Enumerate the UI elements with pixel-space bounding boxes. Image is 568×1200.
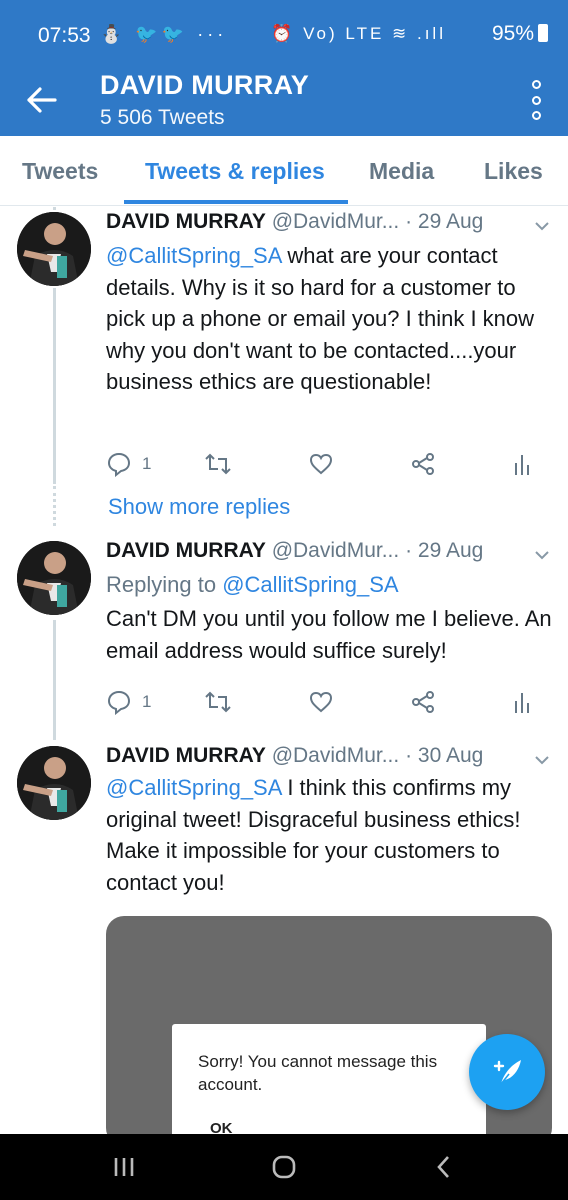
retweet-icon — [205, 691, 231, 713]
reply-count: 1 — [142, 454, 152, 473]
author-handle: @DavidMur... — [271, 539, 400, 562]
tab-media[interactable]: Media — [369, 158, 434, 185]
recent-apps-icon[interactable] — [104, 1152, 144, 1182]
tab-tweets-and-replies[interactable]: Tweets & replies — [145, 158, 325, 185]
mention-link[interactable]: @CallitSpring_SA — [106, 775, 281, 800]
tweet-actions: 1 — [106, 450, 536, 480]
thread-line — [53, 288, 56, 484]
home-icon[interactable] — [264, 1152, 304, 1182]
thread-line — [53, 620, 56, 740]
tweet-actions: 1 — [106, 688, 536, 718]
avatar[interactable] — [17, 541, 91, 615]
thread-gap-dots — [53, 486, 56, 526]
compose-tweet-button[interactable] — [469, 1034, 545, 1110]
tweet-header: DAVID MURRAY @DavidMur... · 29 Aug — [106, 539, 483, 563]
tweet-date: · 29 Aug — [405, 210, 484, 233]
share-button[interactable] — [410, 688, 436, 716]
mention-link[interactable]: @CallitSpring_SA — [106, 243, 281, 268]
app-bar: 07:53 ⛄ 🐦🐦 ··· ⏰ Vo) LTE ≋ .ıll 95% DAVI… — [0, 0, 568, 136]
replying-to-label: Replying to — [106, 572, 223, 597]
like-button[interactable] — [308, 450, 334, 478]
chevron-down-icon[interactable] — [532, 545, 552, 565]
avatar[interactable] — [17, 212, 91, 286]
battery-indicator: 95% — [492, 22, 548, 46]
retweet-icon — [205, 453, 231, 475]
tweet-date: · 30 Aug — [405, 744, 484, 767]
back-nav-icon[interactable] — [424, 1152, 464, 1182]
analytics-button[interactable] — [512, 688, 532, 716]
tweet-text: Can't DM you until you follow me I belie… — [106, 606, 552, 663]
tweet-media-image[interactable]: Sorry! You cannot message this account. … — [106, 916, 552, 1146]
reply-icon — [107, 452, 131, 477]
tab-tweets[interactable]: Tweets — [22, 158, 98, 185]
back-arrow-icon[interactable] — [20, 78, 64, 122]
notification-icons: ⛄ 🐦🐦 ··· — [100, 24, 228, 44]
tab-likes[interactable]: Likes — [484, 158, 543, 185]
author-handle: @DavidMur... — [271, 210, 400, 233]
reply-icon — [107, 690, 131, 715]
profile-header: DAVID MURRAY 5 506 Tweets — [0, 68, 568, 136]
heart-icon — [309, 453, 333, 475]
analytics-button[interactable] — [512, 450, 532, 478]
share-button[interactable] — [410, 450, 436, 478]
tweet-count: 5 506 Tweets — [100, 106, 225, 129]
system-nav-bar — [0, 1134, 568, 1200]
like-button[interactable] — [308, 688, 334, 716]
analytics-icon — [515, 455, 529, 475]
chevron-down-icon[interactable] — [532, 216, 552, 236]
share-icon — [412, 691, 434, 713]
tweet-text: @CallitSpring_SA I think this confirms m… — [106, 772, 556, 898]
show-more-replies-link[interactable]: Show more replies — [108, 494, 290, 520]
tweet-header: DAVID MURRAY @DavidMur... · 30 Aug — [106, 744, 483, 768]
status-time: 07:53 — [38, 24, 91, 47]
analytics-icon — [515, 693, 529, 713]
overflow-menu-icon[interactable] — [526, 80, 546, 120]
reply-count: 1 — [142, 692, 152, 711]
tweet-header: DAVID MURRAY @DavidMur... · 29 Aug — [106, 210, 483, 234]
system-icons: ⏰ Vo) LTE ≋ .ıll — [271, 24, 446, 43]
active-tab-indicator — [124, 200, 348, 204]
compose-tweet-icon — [493, 1060, 521, 1085]
reply-button[interactable]: 1 — [106, 688, 151, 716]
avatar[interactable] — [17, 746, 91, 820]
thread-line — [53, 207, 56, 210]
heart-icon — [309, 691, 333, 713]
chevron-down-icon[interactable] — [532, 750, 552, 770]
author-handle: @DavidMur... — [271, 744, 400, 767]
tweet-date: · 29 Aug — [405, 539, 484, 562]
reply-button[interactable]: 1 — [106, 450, 151, 478]
author-name[interactable]: DAVID MURRAY — [106, 210, 266, 233]
author-name[interactable]: DAVID MURRAY — [106, 744, 266, 767]
retweet-button[interactable] — [204, 450, 232, 478]
share-icon — [412, 453, 434, 475]
tweet-text: @CallitSpring_SA what are your contact d… — [106, 240, 556, 398]
dialog-message: Sorry! You cannot message this account. — [198, 1052, 438, 1094]
battery-level: 95% — [491, 22, 534, 45]
mention-link[interactable]: @CallitSpring_SA — [222, 572, 398, 597]
screenshot-dialog: Sorry! You cannot message this account. … — [172, 1024, 486, 1146]
retweet-button[interactable] — [204, 688, 232, 716]
status-bar: 07:53 ⛄ 🐦🐦 ··· ⏰ Vo) LTE ≋ .ıll 95% — [0, 0, 568, 68]
author-name[interactable]: DAVID MURRAY — [106, 539, 266, 562]
battery-icon — [538, 24, 548, 42]
replying-to: Replying to @CallitSpring_SA — [106, 569, 556, 601]
profile-tabs: Tweets Tweets & replies Media Likes — [0, 136, 568, 206]
profile-name: DAVID MURRAY — [100, 70, 310, 100]
